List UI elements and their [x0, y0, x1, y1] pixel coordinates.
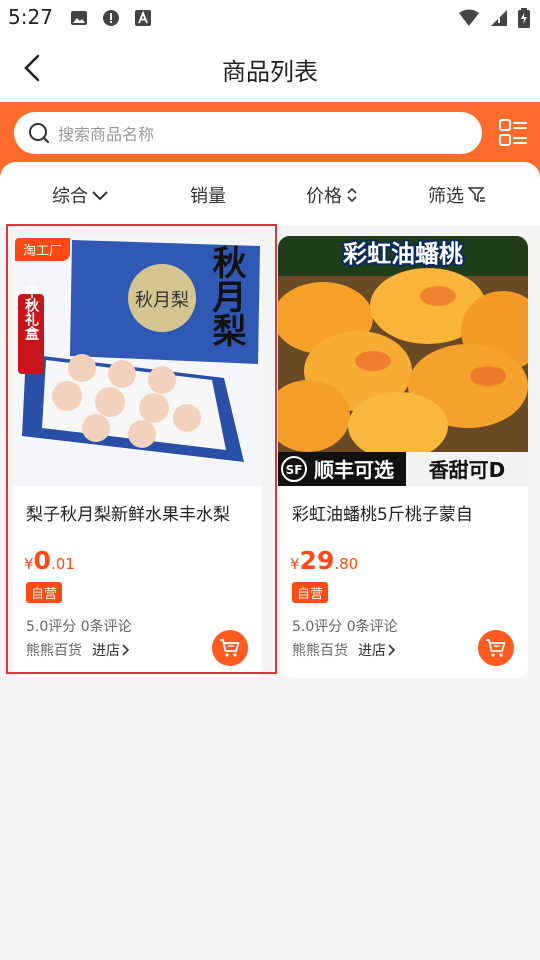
product-title[interactable]: 彩虹油蟠桃5斤桃子蒙自: [292, 500, 514, 525]
image-brand-text: 秋月梨: [206, 245, 246, 347]
sort-comprehensive[interactable]: 综合: [52, 182, 108, 208]
add-to-cart-button[interactable]: [478, 630, 514, 666]
sort-comprehensive-label: 综合: [52, 186, 88, 207]
product-title[interactable]: 梨子秋月梨新鲜水果丰水梨: [26, 500, 248, 525]
product-rating: 5.0评分 0条评论: [26, 619, 132, 635]
enter-shop-label: 进店: [358, 643, 386, 659]
product-image-peach[interactable]: 彩虹油蟠桃 SF 顺丰可选 香甜可D: [278, 236, 528, 486]
sort-price[interactable]: 价格: [306, 182, 358, 208]
price-decimal: .80: [334, 555, 359, 573]
add-to-cart-button[interactable]: [212, 630, 248, 666]
self-operated-badge: 自营: [292, 582, 329, 603]
price-integer: 29: [299, 546, 335, 575]
image-top-text: 彩虹油蟠桃: [342, 240, 463, 268]
search-input[interactable]: 搜索商品名称: [14, 112, 482, 154]
shop-name: 熊熊百货: [26, 643, 82, 659]
product-price: ¥ 29 .80: [290, 546, 358, 575]
chevron-down-icon: [92, 191, 108, 201]
sort-filter[interactable]: 筛选: [428, 182, 486, 208]
image-side-text: 中秋礼盒: [23, 283, 40, 341]
svg-text:SF: SF: [286, 463, 303, 477]
signal-icon: [491, 10, 507, 26]
enter-shop-link[interactable]: 进店: [358, 640, 396, 660]
product-image-pear-gift-box[interactable]: 中秋礼盒 秋月梨 秋月梨: [12, 236, 262, 486]
wifi-icon: [459, 9, 479, 26]
shop-row: 熊熊百货 进店: [26, 640, 130, 660]
image-bottom-left-text: 顺丰可选: [314, 458, 394, 482]
shop-name: 熊熊百货: [292, 643, 348, 659]
search-icon: [29, 123, 50, 144]
status-system: [458, 8, 530, 28]
product-rating: 5.0评分 0条评论: [292, 619, 398, 635]
sort-sales[interactable]: 销量: [190, 182, 226, 208]
cart-icon: [220, 639, 240, 657]
enter-shop-link[interactable]: 进店: [92, 640, 130, 660]
cart-icon: [486, 639, 506, 657]
price-integer: 0: [33, 546, 51, 575]
sort-sales-label: 销量: [190, 186, 226, 207]
chevron-right-icon: [388, 644, 396, 656]
top-bar: 商品列表: [0, 36, 540, 102]
product-card[interactable]: 中秋礼盒 秋月梨 秋月梨 淘工厂 梨子秋月梨新鲜水果丰水梨 ¥ 0 .01 自营…: [12, 236, 262, 678]
sort-bar: 综合 销量 价格 筛选: [0, 162, 540, 226]
image-small-text: 秋月梨: [135, 290, 189, 311]
list-grid-toggle-icon[interactable]: [499, 118, 527, 148]
sort-filter-label: 筛选: [428, 186, 464, 207]
sort-updown-icon: [347, 187, 357, 203]
product-card[interactable]: 彩虹油蟠桃 SF 顺丰可选 香甜可D 彩虹油蟠桃5斤桃子蒙自 ¥ 29 .80 …: [278, 236, 528, 678]
price-currency: ¥: [24, 555, 34, 573]
image-icon: [71, 11, 87, 25]
filter-icon: [468, 187, 485, 203]
alert-icon: [103, 10, 119, 26]
image-bottom-right-text: 香甜可D: [429, 458, 506, 482]
sort-price-label: 价格: [306, 186, 342, 207]
search-placeholder: 搜索商品名称: [58, 125, 155, 144]
shop-row: 熊熊百货 进店: [292, 640, 396, 660]
status-time: 5:27: [8, 5, 53, 29]
promo-tag: 淘工厂: [15, 238, 71, 261]
enter-shop-label: 进店: [92, 643, 120, 659]
battery-icon: [518, 8, 530, 28]
page-title: 商品列表: [222, 58, 318, 86]
price-currency: ¥: [290, 555, 300, 573]
status-notifications: [70, 9, 152, 27]
self-operated-badge: 自营: [26, 582, 63, 603]
price-decimal: .01: [50, 555, 75, 573]
product-price: ¥ 0 .01: [24, 546, 75, 575]
chevron-right-icon: [122, 644, 130, 656]
status-bar: 5:27: [0, 0, 540, 36]
font-icon: [135, 10, 151, 26]
